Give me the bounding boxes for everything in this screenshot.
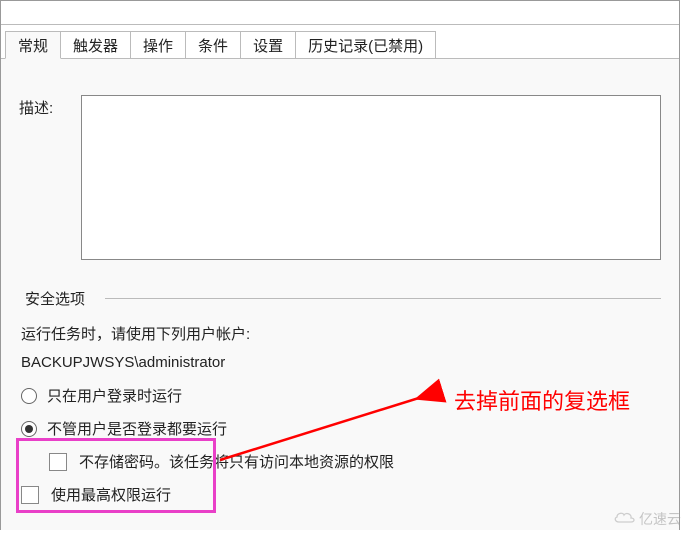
- checkbox-label: 使用最高权限运行: [51, 484, 171, 505]
- annotation-text: 去掉前面的复选框: [454, 384, 630, 416]
- description-label: 描述:: [19, 95, 75, 118]
- tab-general[interactable]: 常规: [5, 31, 61, 59]
- tab-settings[interactable]: 设置: [240, 31, 296, 58]
- tab-history[interactable]: 历史记录(已禁用): [295, 31, 436, 58]
- group-divider: [105, 298, 661, 299]
- tab-conditions[interactable]: 条件: [185, 31, 241, 58]
- cloud-icon: [613, 510, 637, 529]
- checkbox-icon: [21, 486, 39, 504]
- description-textarea[interactable]: [81, 95, 661, 260]
- radio-icon: [21, 388, 37, 404]
- run-as-prompt: 运行任务时，请使用下列用户帐户:: [21, 323, 659, 344]
- tab-triggers[interactable]: 触发器: [60, 31, 131, 58]
- tab-content: 描述: 安全选项 运行任务时，请使用下列用户帐户: BACKUPJWSYS\ad…: [1, 59, 679, 527]
- tab-actions[interactable]: 操作: [130, 31, 186, 58]
- watermark-text: 亿速云: [639, 509, 681, 529]
- description-row: 描述:: [19, 95, 661, 260]
- radio-icon-checked: [21, 421, 37, 437]
- checkbox-icon: [49, 453, 67, 471]
- security-group-title: 安全选项: [21, 288, 89, 309]
- tab-strip: 常规 触发器 操作 条件 设置 历史记录(已禁用): [1, 25, 679, 59]
- properties-panel: 常规 触发器 操作 条件 设置 历史记录(已禁用) 描述: 安全选项 运行任务时…: [0, 0, 680, 530]
- truncated-row: [19, 71, 661, 89]
- checkbox-label: 不存储密码。该任务将只有访问本地资源的权限: [79, 451, 394, 472]
- run-as-account: BACKUPJWSYS\administrator: [21, 354, 659, 371]
- radio-label: 只在用户登录时运行: [47, 385, 182, 406]
- checkbox-highest-privileges[interactable]: 使用最高权限运行: [21, 484, 659, 505]
- radio-run-always[interactable]: 不管用户是否登录都要运行: [21, 418, 659, 439]
- watermark: 亿速云: [613, 509, 681, 529]
- window-titlebar-area: [1, 1, 679, 25]
- checkbox-no-store-password[interactable]: 不存储密码。该任务将只有访问本地资源的权限: [21, 451, 659, 472]
- radio-label: 不管用户是否登录都要运行: [47, 418, 227, 439]
